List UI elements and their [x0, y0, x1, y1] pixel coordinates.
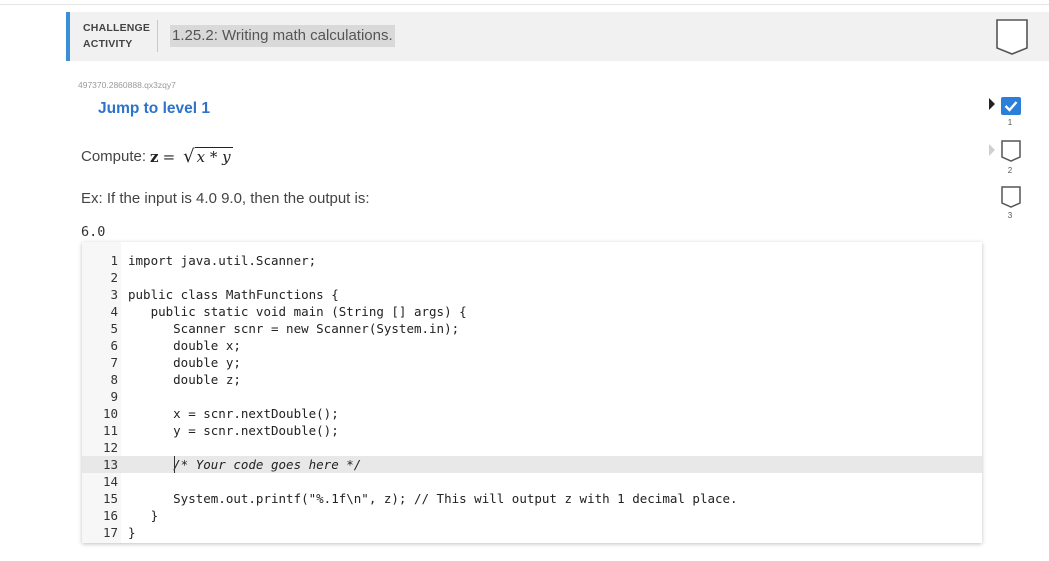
line-number: 6: [110, 338, 118, 353]
line-number: 16: [102, 508, 118, 523]
code-line[interactable]: 4 public static void main (String [] arg…: [82, 303, 982, 320]
bookmark-icon[interactable]: [995, 18, 1029, 56]
activity-id: 497370.2860888.qx3zqy7: [78, 80, 176, 90]
code-line[interactable]: 9: [82, 388, 982, 405]
line-text[interactable]: System.out.printf("%.1f\n", z); // This …: [128, 490, 737, 507]
level-2-box-icon[interactable]: [1000, 136, 1022, 166]
line-number: 10: [102, 406, 118, 421]
code-line[interactable]: 14: [82, 473, 982, 490]
level-2-chevron-icon: [989, 144, 995, 156]
line-text[interactable]: }: [128, 524, 136, 541]
sqrt-icon: √: [183, 146, 195, 167]
code-line[interactable]: 15 System.out.printf("%.1f\n", z); // Th…: [82, 490, 982, 507]
line-number: 17: [102, 525, 118, 540]
top-rule: [0, 0, 1049, 5]
header-divider: [157, 20, 158, 52]
code-line[interactable]: 16 }: [82, 507, 982, 524]
line-number: 3: [110, 287, 118, 302]
level-navigator: 1 2 3: [989, 90, 1025, 230]
code-line[interactable]: 13 /* Your code goes here */: [82, 456, 982, 473]
level-3-box-icon[interactable]: [1000, 182, 1022, 212]
code-lines[interactable]: 1 import java.util.Scanner; 2 3 public class…: [82, 252, 982, 541]
code-line[interactable]: 6 double x;: [82, 337, 982, 354]
line-text[interactable]: double z;: [128, 371, 241, 388]
line-text[interactable]: /* Your code goes here */: [128, 456, 361, 473]
level-3-number: 3: [1007, 211, 1013, 220]
line-text[interactable]: Scanner scnr = new Scanner(System.in);: [128, 320, 459, 337]
line-text[interactable]: public class MathFunctions {: [128, 286, 339, 303]
code-editor[interactable]: 1 import java.util.Scanner; 2 3 public class…: [82, 242, 982, 543]
code-line[interactable]: 8 double z;: [82, 371, 982, 388]
jump-to-level-link[interactable]: Jump to level 1: [98, 100, 210, 118]
line-number: 2: [110, 270, 118, 285]
level-2-number: 2: [1007, 166, 1013, 175]
line-number: 11: [102, 423, 118, 438]
code-line[interactable]: 5 Scanner scnr = new Scanner(System.in);: [82, 320, 982, 337]
activity-type-line2: ACTIVITY: [83, 38, 133, 50]
line-number: 4: [110, 304, 118, 319]
line-text[interactable]: double x;: [128, 337, 241, 354]
header-accent-bar: [66, 12, 70, 61]
compute-prompt: Compute: z = √ x * y: [81, 146, 233, 167]
code-line[interactable]: 11 y = scnr.nextDouble();: [82, 422, 982, 439]
line-text[interactable]: public static void main (String [] args)…: [128, 303, 467, 320]
code-line[interactable]: 10 x = scnr.nextDouble();: [82, 405, 982, 422]
current-level-chevron-icon: [989, 98, 995, 110]
line-number: 15: [102, 491, 118, 506]
activity-title: 1.25.2: Writing math calculations.: [170, 25, 395, 47]
activity-type-label: CHALLENGE ACTIVITY: [83, 20, 153, 52]
example-output: 6.0: [81, 224, 106, 240]
compute-label: Compute:: [81, 148, 147, 165]
activity-type-line1: CHALLENGE: [83, 22, 151, 34]
line-number: 5: [110, 321, 118, 336]
code-line[interactable]: 2: [82, 269, 982, 286]
line-number: 14: [102, 474, 118, 489]
activity-header: CHALLENGE ACTIVITY 1.25.2: Writing math …: [66, 12, 1049, 61]
line-text[interactable]: double y;: [128, 354, 241, 371]
level-1-number: 1: [1007, 118, 1013, 127]
line-text[interactable]: x = scnr.nextDouble();: [128, 405, 339, 422]
code-line[interactable]: 7 double y;: [82, 354, 982, 371]
line-number: 1: [110, 253, 118, 268]
line-number: 7: [110, 355, 118, 370]
line-number: 8: [110, 372, 118, 387]
code-line[interactable]: 3 public class MathFunctions {: [82, 286, 982, 303]
line-number: 12: [102, 440, 118, 455]
text-cursor: [174, 456, 175, 473]
formula: z = √ x * y: [150, 146, 233, 167]
code-line[interactable]: 1 import java.util.Scanner;: [82, 252, 982, 269]
line-number: 13: [102, 457, 118, 472]
formula-radicand: x * y: [194, 147, 233, 166]
code-line[interactable]: 17}: [82, 524, 982, 541]
challenge-activity-panel: CHALLENGE ACTIVITY 1.25.2: Writing math …: [66, 12, 1049, 561]
line-text[interactable]: }: [128, 507, 159, 524]
line-number: 9: [110, 389, 118, 404]
example-text: Ex: If the input is 4.0 9.0, then the ou…: [81, 190, 370, 207]
code-line[interactable]: 12: [82, 439, 982, 456]
formula-equals: =: [162, 147, 176, 166]
formula-variable: z: [150, 147, 159, 166]
line-text[interactable]: y = scnr.nextDouble();: [128, 422, 339, 439]
line-text[interactable]: import java.util.Scanner;: [128, 252, 316, 269]
